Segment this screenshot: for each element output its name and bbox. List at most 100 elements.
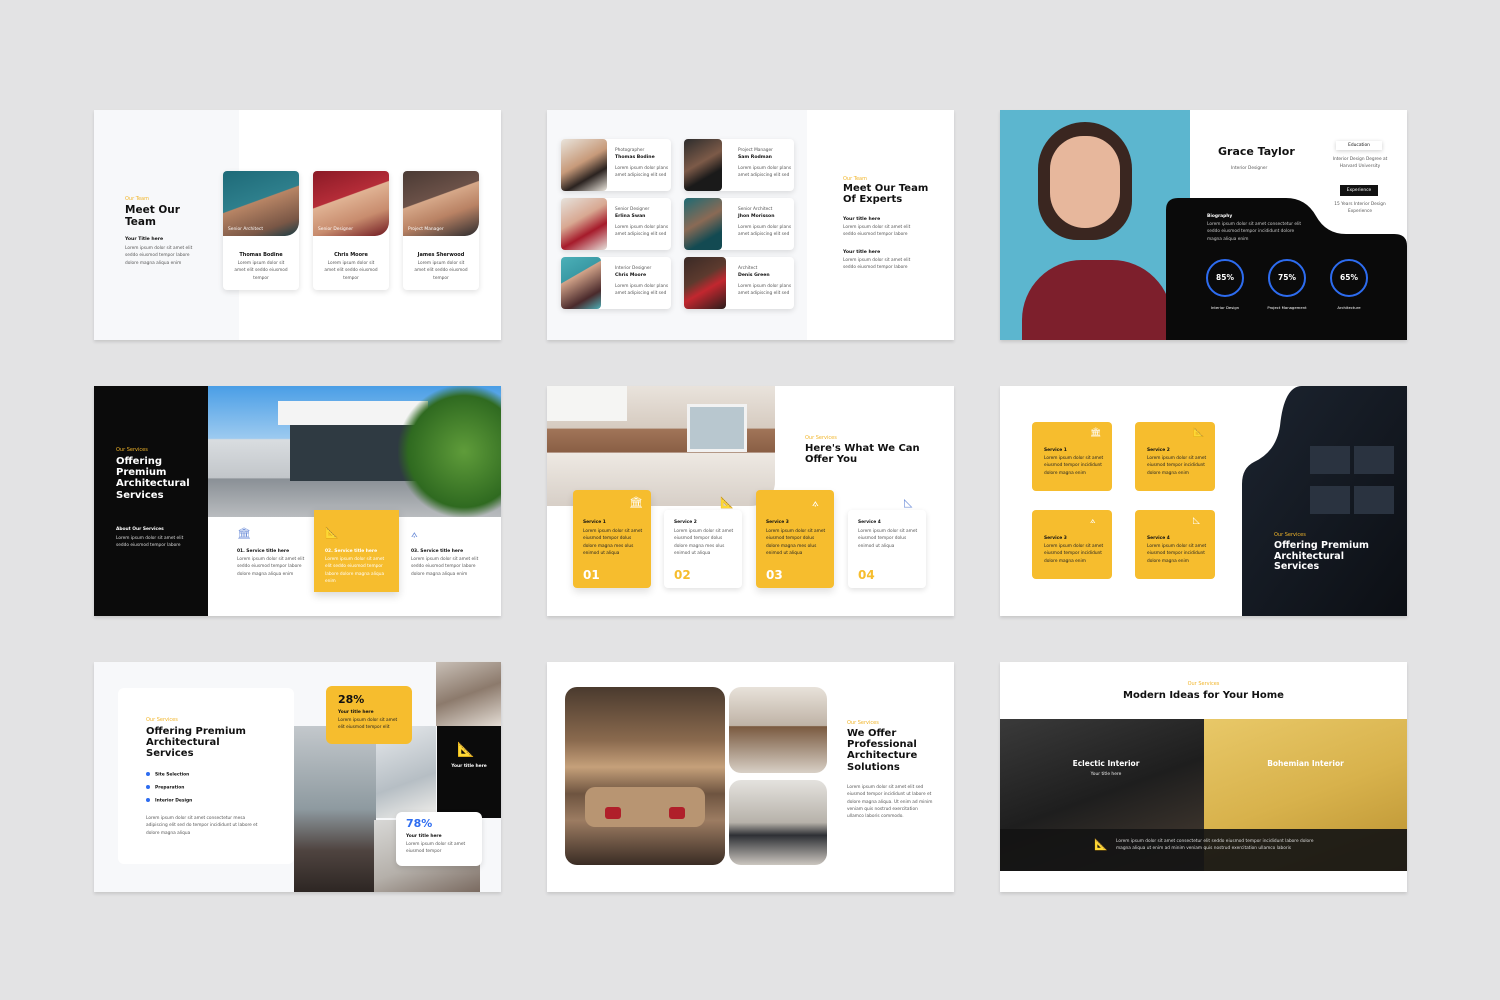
house-photo bbox=[208, 386, 501, 517]
service-card[interactable]: ⟑ Service 3 Lorem ipsum dolor sit amet e… bbox=[756, 490, 834, 588]
service-text: Lorem ipsum dolor sit amet eiusmod tempo… bbox=[766, 529, 826, 556]
slide-title: Meet Our Team Of Experts bbox=[843, 183, 929, 206]
service-text: Lorem ipsum dolor sit amet eiusmod tempo… bbox=[1044, 456, 1104, 476]
slide-profile-grace-taylor[interactable]: Grace Taylor Interior Designer Education… bbox=[1000, 110, 1407, 340]
panel-title: Bohemian Interior bbox=[1267, 759, 1344, 768]
expert-role: Photographer bbox=[615, 148, 645, 153]
red-pillow bbox=[669, 807, 685, 819]
service-title: Service 3 bbox=[766, 520, 789, 525]
service-title: Service 4 bbox=[1147, 536, 1170, 541]
expert-photo bbox=[684, 257, 726, 309]
skill-label: Interior Design bbox=[1210, 305, 1240, 310]
service-highlight-card[interactable]: 📐 02. Service title here Lorem ipsum dol… bbox=[314, 510, 399, 592]
expert-name: Erlina Swan bbox=[615, 214, 646, 219]
service-text: Lorem ipsum dolor sit amet elit seddo ei… bbox=[325, 557, 385, 584]
service-text: Lorem ipsum dolor sit amet eiusmod tempo… bbox=[1147, 456, 1207, 476]
service-card[interactable]: ◺ Service 4 Lorem ipsum dolor sit amet e… bbox=[848, 496, 926, 588]
expert-card[interactable]: Architect Denis Green Lorem ipsum dolor … bbox=[684, 257, 794, 309]
slide-title: Offering Premium Architectural Services bbox=[1274, 540, 1369, 573]
panel-subtitle: Your title here bbox=[1090, 772, 1122, 777]
slide-offering-services-dark[interactable]: Our Services Offering Premium Architectu… bbox=[94, 386, 501, 616]
member-name: Thomas Bodine bbox=[239, 252, 283, 258]
stairs-photo bbox=[436, 662, 501, 726]
member-text: Lorem ipsum dolor sit amet elit seddo ei… bbox=[324, 261, 378, 281]
body-text: Lorem ipsum dolor sit amet elit seddo ei… bbox=[843, 225, 911, 238]
face-shape bbox=[1050, 136, 1120, 228]
blueprint-icon: 📐 bbox=[325, 526, 339, 539]
team-card[interactable]: Project Manager James Sherwood Lorem ips… bbox=[403, 171, 479, 290]
stat-value: 78% bbox=[406, 817, 433, 830]
slide-professional-solutions[interactable]: Our Services We Offer Professional Archi… bbox=[547, 662, 954, 892]
eyebrow: Our Services bbox=[1274, 532, 1306, 538]
member-role: Project Manager bbox=[408, 227, 444, 232]
slide-title: Modern Ideas for Your Home bbox=[1123, 690, 1284, 701]
stat-title: Your title here bbox=[338, 710, 374, 715]
slide-offering-with-stats[interactable]: Our Services Offering Premium Architectu… bbox=[94, 662, 501, 892]
skill-ring: 75% bbox=[1268, 259, 1306, 297]
service-card[interactable]: 🏛 Service 1 Lorem ipsum dolor sit amet e… bbox=[573, 490, 651, 588]
expert-name: Chris Moore bbox=[615, 273, 647, 278]
eyebrow: Our Services bbox=[1187, 681, 1220, 687]
service-card[interactable]: 📐 Service 2 Lorem ipsum dolor sit amet e… bbox=[1135, 422, 1215, 491]
slide-modern-ideas[interactable]: Our Services Modern Ideas for Your Home … bbox=[1000, 662, 1407, 892]
service-card[interactable]: ◺ Service 4 Lorem ipsum dolor sit amet e… bbox=[1135, 510, 1215, 579]
service-number: 01 bbox=[583, 568, 600, 582]
expert-role: Senior Architect bbox=[738, 207, 773, 212]
member-name: Chris Moore bbox=[334, 252, 368, 258]
service-title: Service 1 bbox=[583, 520, 606, 525]
interior-photo-left bbox=[294, 726, 376, 892]
service-card[interactable]: 🏛 Service 1 Lorem ipsum dolor sit amet e… bbox=[1032, 422, 1112, 491]
tree-foliage bbox=[398, 386, 501, 517]
stat-title: Your title here bbox=[406, 834, 442, 839]
expert-card[interactable]: Project Manager Sam Rodman Lorem ipsum d… bbox=[684, 139, 794, 191]
expert-text: Lorem ipsum dolor plans amet adipiscing … bbox=[615, 166, 669, 179]
subtitle: Your title here bbox=[843, 217, 881, 222]
bullet-item: Site Selection bbox=[146, 772, 189, 778]
expert-card[interactable]: Senior Architect Jhon Morisson Lorem ips… bbox=[684, 198, 794, 250]
slide-what-we-offer[interactable]: Our Services Here's What We Can Offer Yo… bbox=[547, 386, 954, 616]
education-label: Education bbox=[1336, 141, 1382, 150]
expert-role: Interior Designer bbox=[615, 266, 652, 271]
slide-meet-our-team[interactable]: Our Team Meet Our Team Your Title here L… bbox=[94, 110, 501, 340]
expert-name: Denis Green bbox=[738, 273, 770, 278]
kitchen-photo bbox=[547, 386, 775, 506]
panel-title: Eclectic Interior bbox=[1072, 759, 1140, 768]
stat-card[interactable]: 78% Your title here Lorem ipsum dolor si… bbox=[396, 812, 482, 866]
service-text: Lorem ipsum dolor sit amet elit seddo ei… bbox=[237, 557, 305, 577]
expert-role: Senior Designer bbox=[615, 207, 650, 212]
about-text: Lorem ipsum dolor sit amet elit seddo ei… bbox=[116, 536, 184, 549]
member-text: Lorem ipsum dolor sit amet elit seddo ei… bbox=[234, 261, 288, 281]
expert-card[interactable]: Senior Designer Erlina Swan Lorem ipsum … bbox=[561, 198, 671, 250]
service-text: Lorem ipsum dolor sit amet eiusmod tempo… bbox=[583, 529, 643, 556]
about-label: About Our Services bbox=[116, 527, 164, 532]
expert-card[interactable]: Interior Designer Chris Moore Lorem ipsu… bbox=[561, 257, 671, 309]
service-title: Service 4 bbox=[858, 520, 881, 525]
kitchen-cabinets bbox=[547, 386, 627, 421]
team-card[interactable]: Senior Designer Chris Moore Lorem ipsum … bbox=[313, 171, 389, 290]
service-text: Lorem ipsum dolor sit amet eiusmod tempo… bbox=[1147, 544, 1207, 564]
team-card[interactable]: Senior Architect Thomas Bodine Lorem ips… bbox=[223, 171, 299, 290]
slide-services-grid[interactable]: 🏛 Service 1 Lorem ipsum dolor sit amet e… bbox=[1000, 386, 1407, 616]
expert-card[interactable]: Photographer Thomas Bodine Lorem ipsum d… bbox=[561, 139, 671, 191]
stat-card[interactable]: 28% Your title here Lorem ipsum dolor si… bbox=[326, 686, 412, 744]
expert-role: Project Manager bbox=[738, 148, 773, 153]
livingroom-photo bbox=[729, 780, 827, 865]
expert-name: Thomas Bodine bbox=[615, 155, 655, 160]
ruler-triangle-icon: ◺ bbox=[1193, 516, 1200, 526]
profile-role: Interior Designer bbox=[1231, 166, 1268, 171]
text-panel bbox=[118, 688, 294, 864]
expert-role: Architect bbox=[738, 266, 758, 271]
service-text: Lorem ipsum dolor sit amet elit seddo ei… bbox=[411, 557, 479, 577]
bullet-dot bbox=[146, 772, 150, 776]
eyebrow: Our Services bbox=[116, 447, 148, 453]
service-card[interactable]: 📐 Service 2 Lorem ipsum dolor sit amet e… bbox=[664, 496, 742, 588]
service-number: 04 bbox=[858, 568, 875, 582]
service-number: 02 bbox=[674, 568, 691, 582]
kitchen-photo bbox=[729, 687, 827, 773]
service-card[interactable]: ⟑ Service 3 Lorem ipsum dolor sit amet e… bbox=[1032, 510, 1112, 579]
expert-photo bbox=[561, 139, 607, 191]
slide-team-of-experts[interactable]: Photographer Thomas Bodine Lorem ipsum d… bbox=[547, 110, 954, 340]
compass-icon: ⟑ bbox=[411, 527, 418, 540]
dark-sidebar bbox=[94, 386, 208, 616]
compass-icon: ⟑ bbox=[812, 496, 819, 509]
